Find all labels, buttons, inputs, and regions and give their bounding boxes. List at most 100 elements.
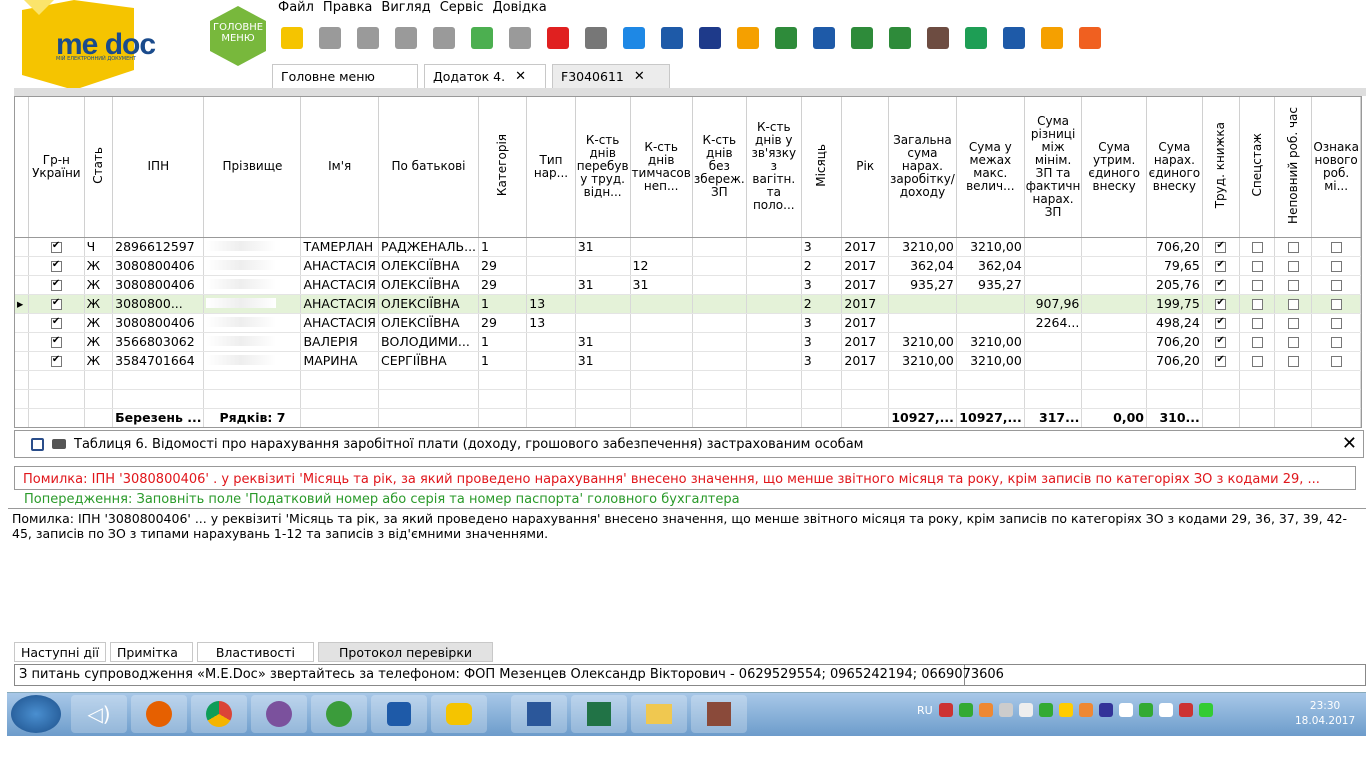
column-header[interactable]: Ознака нового роб. мі...: [1311, 97, 1361, 238]
cell-book[interactable]: [1202, 313, 1240, 333]
checkbox[interactable]: [1287, 241, 1299, 253]
checkbox[interactable]: [1330, 279, 1342, 291]
cell-d3[interactable]: [692, 332, 747, 352]
checkbox[interactable]: [1215, 277, 1227, 291]
save-icon[interactable]: [31, 437, 44, 451]
checkbox[interactable]: [1330, 355, 1342, 367]
app-blue-icon[interactable]: [371, 695, 427, 733]
cell-d2[interactable]: [630, 332, 693, 352]
cell-ipn[interactable]: 3080800406: [112, 256, 205, 276]
cell-newj[interactable]: [1311, 332, 1361, 352]
language-indicator[interactable]: RU: [917, 704, 933, 717]
cell-part[interactable]: [1274, 256, 1313, 276]
cell-d4[interactable]: [746, 237, 802, 257]
cell-d2[interactable]: 12: [630, 256, 693, 276]
column-header[interactable]: Сума у межах макс. велич...: [956, 97, 1025, 238]
cell-spec[interactable]: [1239, 351, 1276, 371]
volume-app-icon[interactable]: ◁): [71, 695, 127, 733]
cell-diff[interactable]: [1024, 332, 1083, 352]
checkbox[interactable]: [1287, 336, 1299, 348]
cell-ipn[interactable]: 3080800406: [112, 313, 205, 333]
cell-sex[interactable]: Ч: [84, 237, 114, 257]
cell-accr[interactable]: 199,75: [1146, 294, 1203, 314]
checkbox[interactable]: [50, 277, 62, 291]
table-row[interactable]: Ж3080800406 АНАСТАСІЯОЛЕКСІЇВНА2913 32017 2…: [15, 313, 1361, 333]
cell-month[interactable]: 3: [801, 237, 843, 257]
cell-patr[interactable]: ОЛЕКСІЇВНА: [378, 313, 480, 333]
cell-name[interactable]: АНАСТАСІЯ: [300, 294, 379, 314]
cell-sex[interactable]: Ж: [84, 275, 114, 295]
cell-accr[interactable]: 79,65: [1146, 256, 1203, 276]
cell-part[interactable]: [1274, 237, 1313, 257]
archive-icon[interactable]: [691, 695, 747, 733]
cell-part[interactable]: [1274, 275, 1313, 295]
tray-icon[interactable]: [998, 703, 1013, 717]
column-header[interactable]: Прізвище: [203, 97, 302, 238]
new-doc-icon[interactable]: [276, 20, 308, 56]
cell-diff[interactable]: [1024, 275, 1083, 295]
table-row[interactable]: Ж3566803062ВАЛЕРІЯВОЛОДИМИ...13132017321…: [15, 332, 1361, 352]
cell-diff[interactable]: 907,96: [1024, 294, 1083, 314]
cell-d3[interactable]: [692, 275, 747, 295]
column-header[interactable]: Сума різниці між мінім. ЗП та фактичн на…: [1024, 97, 1083, 238]
tab-next-actions[interactable]: Наступні дії: [14, 642, 106, 662]
checkbox[interactable]: [50, 315, 62, 329]
checkbox[interactable]: [1330, 298, 1342, 310]
checkbox[interactable]: [1215, 353, 1227, 367]
cell-ua[interactable]: [28, 275, 85, 295]
cell-diff[interactable]: [1024, 351, 1083, 371]
cell-ua[interactable]: [28, 313, 85, 333]
cell-type[interactable]: [526, 351, 576, 371]
cell-type[interactable]: [526, 256, 576, 276]
checkbox[interactable]: [1287, 317, 1299, 329]
cell-held[interactable]: [1081, 275, 1147, 295]
cell-spec[interactable]: [1239, 237, 1276, 257]
column-header[interactable]: По батькові: [378, 97, 480, 238]
cell-total[interactable]: 3210,00: [888, 237, 957, 257]
checkbox[interactable]: [1215, 334, 1227, 348]
cell-year[interactable]: 2017: [841, 294, 890, 314]
cell-ipn[interactable]: 2896612597: [112, 237, 205, 257]
checkbox[interactable]: [1330, 336, 1342, 348]
column-header[interactable]: К-сть днів без збереж. ЗП: [692, 97, 747, 238]
cell-newj[interactable]: [1311, 351, 1361, 371]
cell-surname[interactable]: [203, 351, 302, 371]
cell-d2[interactable]: [630, 237, 693, 257]
cell-type[interactable]: 13: [526, 313, 576, 333]
cell-total[interactable]: [888, 294, 957, 314]
cell-d1[interactable]: 31: [575, 275, 631, 295]
cell-max[interactable]: 935,27: [956, 275, 1025, 295]
table-row[interactable]: Ж3080800406АНАСТАСІЯОЛЕКСІЇВНА2912220173…: [15, 256, 1361, 276]
column-header[interactable]: К-сть днів у зв'язку з вагітн. та поло..…: [746, 97, 802, 238]
column-header[interactable]: К-сть днів перебув у труд. відн...: [575, 97, 631, 238]
checkbox[interactable]: [1251, 241, 1263, 253]
cell-sex[interactable]: Ж: [84, 332, 114, 352]
table-row[interactable]: Ч2896612597ТАМЕРЛАНРАДЖЕНАЛЬ...131320173…: [15, 237, 1361, 257]
tray-icon[interactable]: [1178, 703, 1193, 717]
checkbox[interactable]: [50, 334, 62, 348]
cell-name[interactable]: АНАСТАСІЯ: [300, 275, 379, 295]
message-icon[interactable]: [960, 20, 992, 56]
cell-ipn[interactable]: 3584701664: [112, 351, 205, 371]
paste-icon[interactable]: [428, 20, 460, 56]
tray-icon[interactable]: [1078, 703, 1093, 717]
excel-icon[interactable]: [571, 695, 627, 733]
checkbox[interactable]: [1287, 355, 1299, 367]
cell-cat[interactable]: 29: [478, 275, 528, 295]
cell-held[interactable]: [1081, 294, 1147, 314]
calculator-icon[interactable]: [922, 20, 954, 56]
cell-max[interactable]: 3210,00: [956, 332, 1025, 352]
cell-total[interactable]: 935,27: [888, 275, 957, 295]
checkbox[interactable]: [1251, 298, 1263, 310]
cell-type[interactable]: [526, 237, 576, 257]
explorer-icon[interactable]: [631, 695, 687, 733]
chat-icon[interactable]: [1074, 20, 1106, 56]
cell-ua[interactable]: [28, 237, 85, 257]
cell-spec[interactable]: [1239, 313, 1276, 333]
column-header[interactable]: Сума нарах. єдиного внеску: [1146, 97, 1203, 238]
tray-icon[interactable]: [938, 703, 953, 717]
table-row[interactable]: Ж3080800406 АНАСТАСІЯОЛЕКСІЇВНА29 3131 3201…: [15, 275, 1361, 295]
cell-spec[interactable]: [1239, 332, 1276, 352]
cell-d2[interactable]: 31: [630, 275, 693, 295]
checkbox[interactable]: [1215, 258, 1227, 272]
